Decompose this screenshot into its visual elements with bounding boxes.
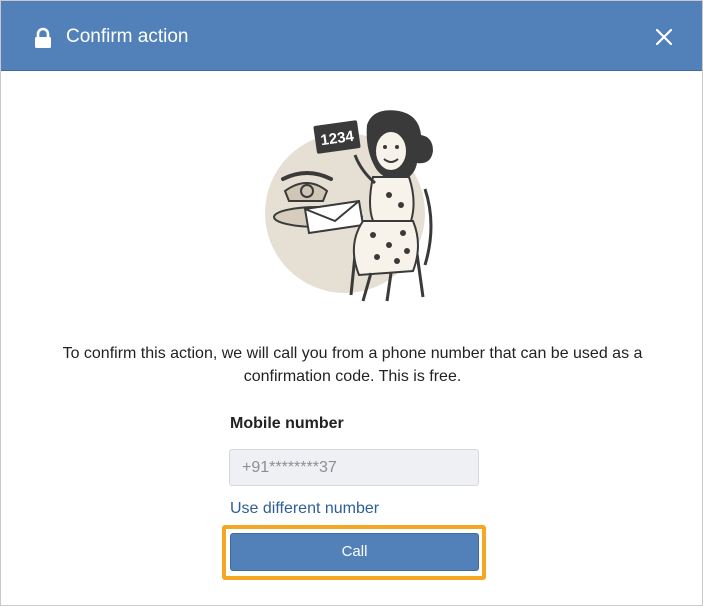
mobile-number-field[interactable] xyxy=(229,449,479,486)
dialog-header: Confirm action xyxy=(1,1,702,71)
mobile-number-label: Mobile number xyxy=(230,415,344,432)
phone-call-illustration: 1234 xyxy=(265,110,433,302)
lock-icon xyxy=(35,27,51,48)
use-different-number-link[interactable]: Use different number xyxy=(230,499,379,519)
call-button[interactable]: Call xyxy=(230,533,479,571)
dialog-title: Confirm action xyxy=(66,26,189,47)
close-icon[interactable] xyxy=(655,28,673,46)
confirm-action-dialog: Confirm action 1234 To confirm this acti… xyxy=(0,0,703,606)
confirmation-message: To confirm this action, we will call you… xyxy=(62,345,643,385)
